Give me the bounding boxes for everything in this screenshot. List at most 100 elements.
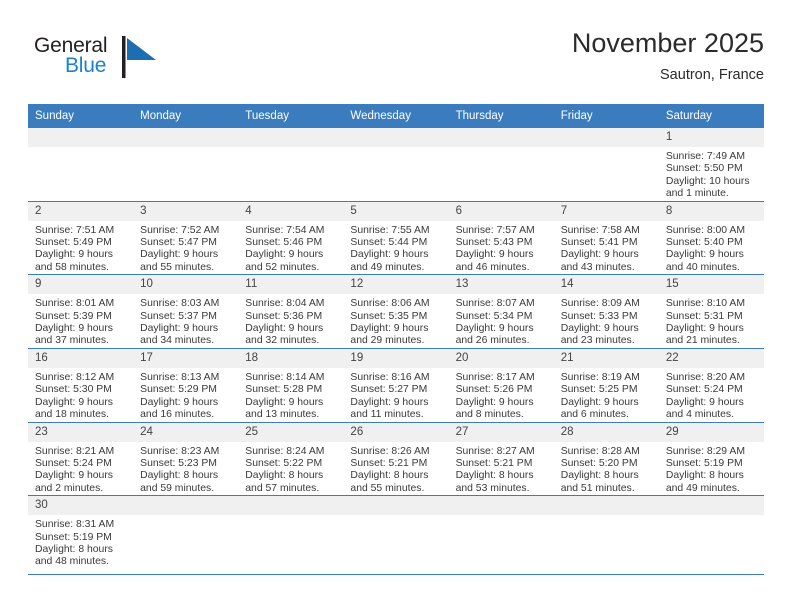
calendar-day-cell-empty — [448, 128, 554, 202]
day-number: 12 — [343, 275, 449, 295]
day-sun-info: Sunrise: 8:01 AM Sunset: 5:39 PM Daylight:… — [28, 294, 133, 348]
calendar-day-cell[interactable]: 19 Sunrise: 8:16 AM Sunset: 5:27 PM Dayligh… — [343, 348, 449, 423]
daylight-duration-line2: and 53 minutes. — [455, 482, 530, 494]
daylight-duration-line2: and 40 minutes. — [665, 261, 740, 273]
brand-logo[interactable]: General Blue — [34, 34, 214, 90]
calendar-day-cell[interactable]: 9 Sunrise: 8:01 AM Sunset: 5:39 PM Daylight… — [28, 274, 134, 349]
calendar-day-cell[interactable]: 24 Sunrise: 8:23 AM Sunset: 5:23 PM Dayligh… — [133, 422, 239, 497]
calendar-day-cell[interactable]: 7 Sunrise: 7:58 AM Sunset: 5:41 PM Daylight… — [553, 201, 659, 276]
calendar-day-cell[interactable]: 20 Sunrise: 8:17 AM Sunset: 5:26 PM Dayligh… — [448, 348, 554, 423]
calendar-week-row: 2 Sunrise: 7:51 AM Sunset: 5:49 PM Daylight… — [28, 201, 764, 276]
calendar-day-cell-empty — [28, 128, 134, 202]
sunset-time: Sunset: 5:26 PM — [455, 384, 533, 396]
weekday-header-tuesday: Tuesday — [238, 104, 344, 128]
calendar-page: General Blue November 2025 Sautron, Fran… — [0, 0, 792, 612]
calendar-day-cell[interactable]: 23 Sunrise: 8:21 AM Sunset: 5:24 PM Dayligh… — [28, 422, 134, 497]
daylight-duration-line1: Daylight: 9 hours — [350, 249, 429, 261]
sunset-time: Sunset: 5:24 PM — [35, 457, 112, 469]
sunrise-time: Sunrise: 8:06 AM — [350, 298, 430, 310]
day-number — [133, 128, 239, 147]
sunrise-time: Sunrise: 8:27 AM — [455, 445, 535, 457]
daylight-duration-line2: and 4 minutes. — [665, 409, 735, 421]
day-number: 11 — [238, 275, 344, 295]
day-number — [238, 496, 344, 516]
day-number — [553, 496, 659, 516]
daylight-duration-line2: and 13 minutes. — [245, 409, 320, 421]
sunset-time: Sunset: 5:43 PM — [455, 237, 533, 249]
daylight-duration-line2: and 23 minutes. — [560, 335, 635, 347]
sunset-time: Sunset: 5:19 PM — [665, 457, 743, 469]
day-sun-info: Sunrise: 8:06 AM Sunset: 5:35 PM Daylight:… — [343, 294, 448, 348]
day-sun-info: Sunrise: 8:04 AM Sunset: 5:36 PM Daylight:… — [238, 294, 343, 348]
sunset-time: Sunset: 5:40 PM — [665, 237, 743, 249]
daylight-duration-line1: Daylight: 9 hours — [455, 323, 534, 335]
calendar-day-cell-empty — [658, 495, 764, 576]
calendar-day-cell[interactable]: 16 Sunrise: 8:12 AM Sunset: 5:30 PM Dayligh… — [28, 348, 134, 423]
calendar-body: 1 Sunrise: 7:49 AM Sunset: 5:50 PM Daylight… — [28, 128, 764, 576]
daylight-duration-line2: and 21 minutes. — [665, 335, 740, 347]
day-sun-info: Sunrise: 8:19 AM Sunset: 5:25 PM Daylight:… — [554, 368, 659, 422]
calendar-day-cell[interactable]: 11 Sunrise: 8:04 AM Sunset: 5:36 PM Dayligh… — [238, 274, 344, 349]
day-sun-info: Sunrise: 7:55 AM Sunset: 5:44 PM Daylight:… — [343, 221, 448, 275]
day-sun-info: Sunrise: 8:16 AM Sunset: 5:27 PM Daylight:… — [343, 368, 448, 422]
daylight-duration-line1: Daylight: 9 hours — [140, 249, 219, 261]
day-number — [448, 496, 554, 516]
calendar-day-cell[interactable]: 29 Sunrise: 8:29 AM Sunset: 5:19 PM Dayligh… — [658, 422, 764, 497]
sunrise-time: Sunrise: 8:14 AM — [245, 371, 325, 383]
calendar-header-row-group: Sunday Monday Tuesday Wednesday Thursday… — [28, 104, 764, 128]
day-number: 7 — [553, 201, 659, 221]
sunrise-time: Sunrise: 8:28 AM — [560, 445, 640, 457]
calendar-day-cell[interactable]: 12 Sunrise: 8:06 AM Sunset: 5:35 PM Dayligh… — [343, 274, 449, 349]
calendar-day-cell[interactable]: 30 Sunrise: 8:31 AM Sunset: 5:19 PM Dayligh… — [28, 495, 134, 576]
calendar-day-cell-empty — [238, 128, 344, 202]
calendar-day-cell[interactable]: 4 Sunrise: 7:54 AM Sunset: 5:46 PM Daylight… — [238, 201, 344, 276]
day-sun-info: Sunrise: 8:20 AM Sunset: 5:24 PM Daylight:… — [659, 368, 764, 422]
daylight-duration-line2: and 29 minutes. — [350, 335, 425, 347]
calendar-day-cell[interactable]: 28 Sunrise: 8:28 AM Sunset: 5:20 PM Dayligh… — [553, 422, 659, 497]
daylight-duration-line2: and 49 minutes. — [665, 482, 740, 494]
calendar-day-cell-empty — [343, 128, 449, 202]
calendar-day-cell[interactable]: 10 Sunrise: 8:03 AM Sunset: 5:37 PM Dayligh… — [133, 274, 239, 349]
calendar-day-cell[interactable]: 27 Sunrise: 8:27 AM Sunset: 5:21 PM Dayligh… — [448, 422, 554, 497]
calendar-day-cell[interactable]: 17 Sunrise: 8:13 AM Sunset: 5:29 PM Dayligh… — [133, 348, 239, 423]
calendar-day-cell[interactable]: 3 Sunrise: 7:52 AM Sunset: 5:47 PM Daylight… — [133, 201, 239, 276]
daylight-duration-line1: Daylight: 9 hours — [665, 249, 744, 261]
sunrise-time: Sunrise: 8:12 AM — [35, 371, 115, 383]
day-sun-info: Sunrise: 8:00 AM Sunset: 5:40 PM Daylight:… — [659, 221, 764, 275]
day-sun-info: Sunrise: 8:17 AM Sunset: 5:26 PM Daylight:… — [449, 368, 554, 422]
calendar-day-cell[interactable]: 5 Sunrise: 7:55 AM Sunset: 5:44 PM Daylight… — [343, 201, 449, 276]
page-title: November 2025 — [571, 28, 764, 58]
calendar-day-cell[interactable]: 13 Sunrise: 8:07 AM Sunset: 5:34 PM Dayligh… — [448, 274, 554, 349]
day-sun-info: Sunrise: 8:03 AM Sunset: 5:37 PM Daylight:… — [133, 294, 238, 348]
daylight-duration-line1: Daylight: 8 hours — [245, 470, 324, 482]
day-number: 5 — [343, 201, 449, 221]
calendar-day-cell[interactable]: 25 Sunrise: 8:24 AM Sunset: 5:22 PM Dayligh… — [238, 422, 344, 497]
calendar-day-cell[interactable]: 2 Sunrise: 7:51 AM Sunset: 5:49 PM Daylight… — [28, 201, 134, 276]
calendar-day-cell[interactable]: 1 Sunrise: 7:49 AM Sunset: 5:50 PM Daylight… — [658, 128, 764, 202]
calendar-day-cell[interactable]: 8 Sunrise: 8:00 AM Sunset: 5:40 PM Daylight… — [658, 201, 764, 276]
sunset-time: Sunset: 5:24 PM — [665, 384, 743, 396]
daylight-duration-line1: Daylight: 8 hours — [560, 470, 639, 482]
day-sun-info: Sunrise: 8:31 AM Sunset: 5:19 PM Daylight:… — [28, 515, 133, 569]
calendar-day-cell[interactable]: 22 Sunrise: 8:20 AM Sunset: 5:24 PM Dayligh… — [658, 348, 764, 423]
calendar-day-cell[interactable]: 14 Sunrise: 8:09 AM Sunset: 5:33 PM Dayligh… — [553, 274, 659, 349]
calendar-day-cell[interactable]: 6 Sunrise: 7:57 AM Sunset: 5:43 PM Daylight… — [448, 201, 554, 276]
calendar-day-cell[interactable]: 26 Sunrise: 8:26 AM Sunset: 5:21 PM Dayligh… — [343, 422, 449, 497]
day-sun-info: Sunrise: 8:07 AM Sunset: 5:34 PM Daylight:… — [449, 294, 554, 348]
calendar-day-cell[interactable]: 21 Sunrise: 8:19 AM Sunset: 5:25 PM Dayligh… — [553, 348, 659, 423]
day-number — [133, 496, 239, 516]
day-number: 16 — [28, 348, 134, 368]
calendar-day-cell[interactable]: 15 Sunrise: 8:10 AM Sunset: 5:31 PM Dayligh… — [658, 274, 764, 349]
sunrise-time: Sunrise: 8:23 AM — [140, 445, 220, 457]
calendar-day-cell[interactable]: 18 Sunrise: 8:14 AM Sunset: 5:28 PM Dayligh… — [238, 348, 344, 423]
daylight-duration-line1: Daylight: 9 hours — [245, 249, 324, 261]
daylight-duration-line2: and 55 minutes. — [140, 261, 215, 273]
day-sun-info: Sunrise: 8:10 AM Sunset: 5:31 PM Daylight:… — [659, 294, 764, 348]
weekday-header-sunday: Sunday — [28, 104, 134, 128]
sunrise-time: Sunrise: 8:00 AM — [665, 224, 745, 236]
sunrise-time: Sunrise: 8:19 AM — [560, 371, 640, 383]
sunrise-sunset-calendar-table: Sunday Monday Tuesday Wednesday Thursday… — [28, 104, 764, 576]
page-subtitle: Sautron, France — [660, 67, 764, 83]
weekday-header-thursday: Thursday — [448, 104, 554, 128]
sunset-time: Sunset: 5:23 PM — [140, 457, 217, 469]
